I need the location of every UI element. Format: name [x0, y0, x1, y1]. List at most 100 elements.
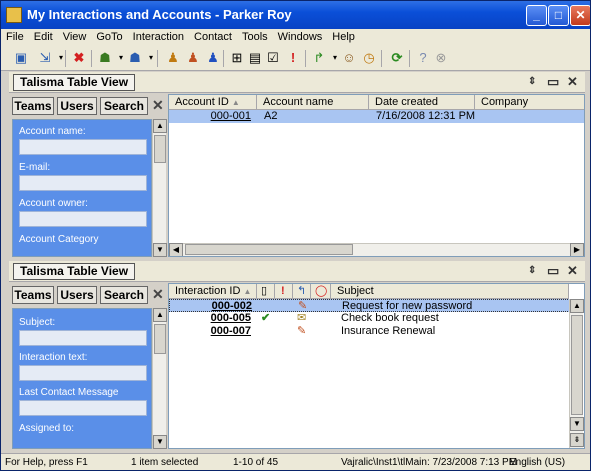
- close-filter-icon[interactable]: ✕: [152, 286, 164, 303]
- interaction-text-input[interactable]: [19, 365, 147, 381]
- column-header-note[interactable]: ▯: [257, 284, 275, 299]
- interaction-id-cell[interactable]: 000-007: [169, 325, 251, 338]
- column-header-status[interactable]: ◯: [311, 284, 331, 299]
- users-button[interactable]: Users: [57, 286, 97, 304]
- search-button[interactable]: Search: [100, 97, 148, 115]
- person-icon[interactable]: ♟: [165, 50, 181, 66]
- subject-input[interactable]: [19, 330, 147, 346]
- menu-bar: File Edit View GoTo Interaction Contact Tools W…: [1, 29, 590, 47]
- column-header-subject[interactable]: Subject: [331, 284, 569, 299]
- account-id-cell[interactable]: 000-001: [169, 110, 251, 123]
- contact-icon[interactable]: ☗: [97, 50, 113, 66]
- column-header-reply[interactable]: ↰: [293, 284, 311, 299]
- column-header-date-created[interactable]: Date created: [369, 95, 475, 110]
- accounts-grid: Account ID ▲ Account name Date created C…: [168, 94, 585, 257]
- email-input[interactable]: [19, 175, 147, 191]
- filter-scrollbar[interactable]: ▲ ▼: [152, 308, 167, 449]
- delete-icon[interactable]: ✖: [71, 50, 87, 66]
- scroll-page-down-icon[interactable]: ⇟: [570, 433, 584, 447]
- menu-interaction[interactable]: Interaction: [128, 29, 189, 43]
- field-label: Last Contact Message: [19, 387, 119, 398]
- open-form-icon[interactable]: ▤: [247, 50, 263, 66]
- horizontal-scrollbar[interactable]: ◀ ▶: [169, 243, 584, 256]
- maximize-pane-icon[interactable]: ▭: [547, 263, 559, 279]
- close-button[interactable]: ✕: [570, 5, 590, 26]
- scroll-up-icon[interactable]: ▲: [153, 308, 167, 322]
- scroll-down-icon[interactable]: ▼: [570, 417, 584, 431]
- scroll-thumb[interactable]: [571, 315, 583, 415]
- scroll-right-icon[interactable]: ▶: [570, 243, 584, 256]
- app-icon: [6, 7, 22, 23]
- close-pane-icon[interactable]: ✕: [567, 74, 578, 90]
- accounts-pane-header: Talisma Table View ⇕ ▭ ✕: [9, 72, 585, 93]
- maximize-pane-icon[interactable]: ▭: [547, 74, 559, 90]
- table-row[interactable]: 000-002 ✎ Request for new password: [169, 299, 584, 312]
- scroll-left-icon[interactable]: ◀: [169, 243, 183, 256]
- menu-tools[interactable]: Tools: [237, 29, 273, 43]
- scroll-up-icon[interactable]: ▲: [153, 119, 167, 133]
- scroll-thumb[interactable]: [185, 244, 353, 255]
- email-icon: ✉: [297, 312, 307, 324]
- cancel-icon[interactable]: ⊗: [433, 50, 449, 66]
- chevron-down-icon[interactable]: ▾: [53, 50, 69, 66]
- accounts-filter-panel: Teams Users Search ✕ Account name: E-mai…: [9, 94, 167, 257]
- field-label: Account Category: [19, 234, 99, 245]
- account-icon[interactable]: ☗: [127, 50, 143, 66]
- menu-contact[interactable]: Contact: [189, 29, 237, 43]
- table-row[interactable]: 000-001 A2 7/16/2008 12:31 PM: [169, 110, 584, 123]
- menu-edit[interactable]: Edit: [29, 29, 58, 43]
- status-help: For Help, press F1: [5, 457, 88, 468]
- account-name-input[interactable]: [19, 139, 147, 155]
- last-contact-message-input[interactable]: [19, 400, 147, 416]
- field-label: E-mail:: [19, 162, 51, 173]
- table-row[interactable]: 000-005 ✔ ✉ Check book request: [169, 312, 584, 325]
- interactions-pane-header: Talisma Table View ⇕ ▭ ✕: [9, 261, 585, 282]
- close-pane-icon[interactable]: ✕: [567, 263, 578, 279]
- scroll-down-icon[interactable]: ▼: [153, 243, 167, 257]
- table-row[interactable]: 000-007 ✎ Insurance Renewal: [169, 325, 584, 338]
- person-blue-icon[interactable]: ♟: [205, 50, 221, 66]
- grid-scrollbar[interactable]: ▲ ▼ ⇟: [569, 299, 584, 448]
- menu-help[interactable]: Help: [327, 29, 360, 43]
- menu-windows[interactable]: Windows: [273, 29, 328, 43]
- pin-icon[interactable]: ⇕: [528, 74, 536, 90]
- pin-icon[interactable]: ⇕: [528, 263, 536, 279]
- minimize-button[interactable]: _: [526, 5, 547, 26]
- users-icon[interactable]: ☺: [341, 50, 357, 66]
- account-owner-input[interactable]: [19, 211, 147, 227]
- refresh-icon[interactable]: ⟳: [389, 50, 405, 66]
- column-header-priority[interactable]: !: [275, 284, 293, 299]
- field-label: Subject:: [19, 317, 56, 328]
- status-range: 1-10 of 45: [233, 457, 279, 468]
- scroll-up-icon[interactable]: ▲: [570, 299, 584, 313]
- scroll-thumb[interactable]: [154, 324, 166, 354]
- interaction-id-cell[interactable]: 000-005: [169, 312, 251, 325]
- users-button[interactable]: Users: [57, 97, 97, 115]
- status-bar: For Help, press F1 1 item selected 1-10 …: [1, 453, 590, 470]
- new-note-icon[interactable]: ⊞: [229, 50, 245, 66]
- column-header-interaction-id[interactable]: Interaction ID ▲: [169, 284, 257, 299]
- navigate-icon[interactable]: ⇲: [37, 50, 53, 66]
- scroll-thumb[interactable]: [154, 135, 166, 163]
- forward-icon[interactable]: ↱: [311, 50, 327, 66]
- column-header-account-name[interactable]: Account name: [257, 95, 369, 110]
- priority-icon[interactable]: !: [285, 50, 301, 66]
- help-icon[interactable]: ?: [415, 50, 431, 66]
- person-alt-icon[interactable]: ♟: [185, 50, 201, 66]
- filter-scrollbar[interactable]: ▲ ▼: [152, 119, 167, 257]
- column-header-account-id[interactable]: Account ID ▲: [169, 95, 257, 110]
- checklist-icon[interactable]: ☑: [265, 50, 281, 66]
- clock-icon[interactable]: ◷: [361, 50, 377, 66]
- menu-view[interactable]: View: [58, 29, 92, 43]
- teams-button[interactable]: Teams: [12, 286, 54, 304]
- close-filter-icon[interactable]: ✕: [152, 97, 164, 114]
- search-button[interactable]: Search: [100, 286, 148, 304]
- maximize-button[interactable]: □: [548, 5, 569, 26]
- teams-button[interactable]: Teams: [12, 97, 54, 115]
- menu-goto[interactable]: GoTo: [91, 29, 127, 43]
- scroll-down-icon[interactable]: ▼: [153, 435, 167, 449]
- new-window-icon[interactable]: ▣: [13, 50, 29, 66]
- menu-file[interactable]: File: [1, 29, 29, 43]
- status-locale: English (US): [509, 457, 566, 468]
- column-header-company[interactable]: Company: [475, 95, 584, 110]
